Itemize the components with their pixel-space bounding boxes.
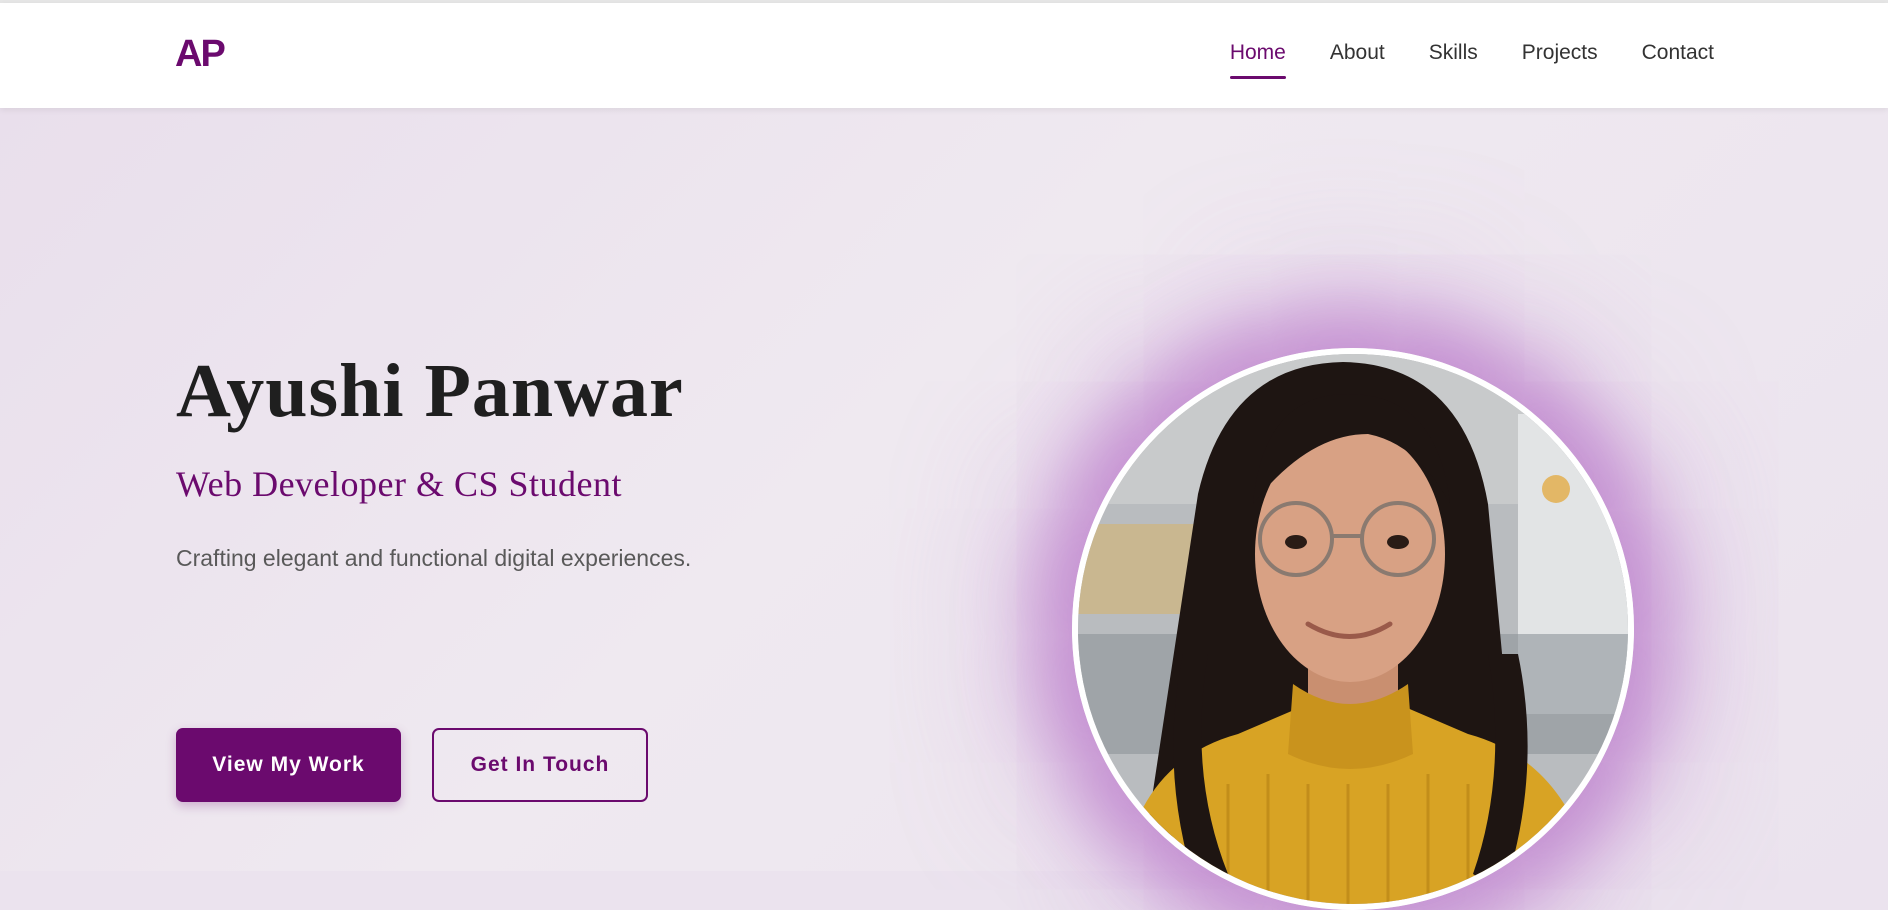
nav-projects[interactable]: Projects (1522, 41, 1598, 79)
nav-home[interactable]: Home (1229, 41, 1286, 79)
view-my-work-button[interactable]: View My Work (176, 728, 401, 802)
hero-text: Ayushi Panwar Web Developer & CS Student… (176, 353, 691, 572)
profile-photo (1072, 348, 1634, 910)
profile-photo-illustration (1078, 354, 1628, 904)
hero-tagline: Crafting elegant and functional digital … (176, 545, 692, 571)
nav-contact[interactable]: Contact (1642, 41, 1714, 79)
hero-subtitle: Web Developer & CS Student (176, 464, 623, 504)
hero-name: Ayushi Panwar (176, 349, 684, 433)
site-logo[interactable]: AP (175, 33, 226, 76)
nav-skills[interactable]: Skills (1429, 41, 1478, 79)
nav-about[interactable]: About (1330, 41, 1385, 79)
main-nav: Home About Skills Projects Contact (1229, 41, 1714, 79)
hero-section: Ayushi Panwar Web Developer & CS Student… (0, 108, 1888, 910)
hero-buttons: View My Work Get In Touch (176, 728, 648, 802)
get-in-touch-button[interactable]: Get In Touch (432, 728, 648, 802)
site-header: AP Home About Skills Projects Contact (0, 3, 1888, 108)
